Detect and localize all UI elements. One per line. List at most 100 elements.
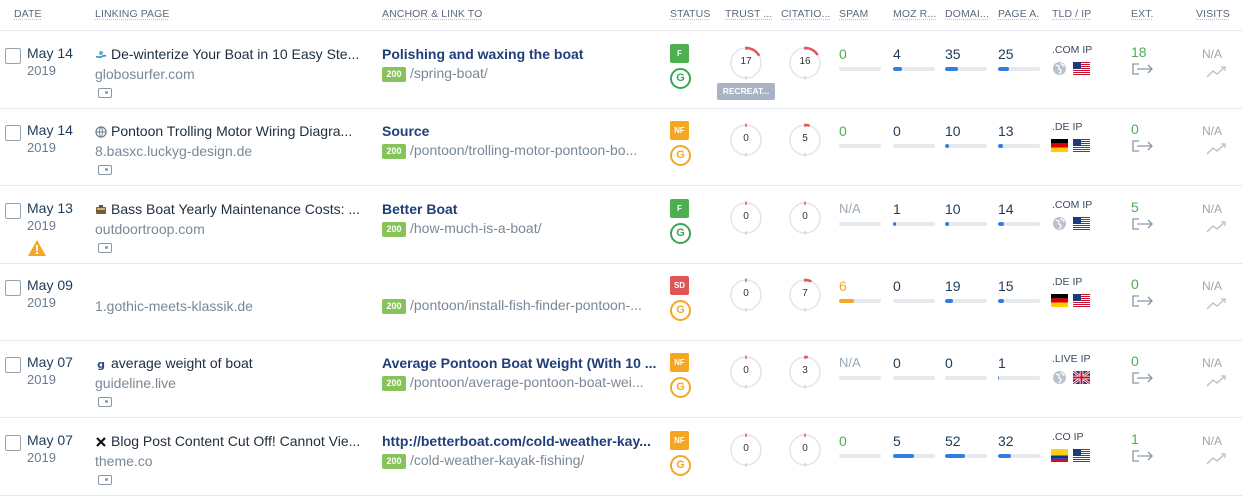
- us-flag-icon: [1073, 62, 1090, 75]
- row-checkbox[interactable]: [5, 279, 21, 296]
- domain-authority-bar: [945, 298, 987, 303]
- tag-icon[interactable]: [98, 397, 112, 408]
- external-link-icon[interactable]: [1131, 449, 1155, 463]
- recreate-button[interactable]: RECREAT...: [717, 83, 775, 100]
- trust-flow-value: 0: [743, 442, 749, 454]
- linking-page-domain[interactable]: outdoortroop.com: [95, 221, 205, 237]
- page-authority-bar: [998, 221, 1040, 226]
- spam-score-value: 0: [839, 46, 847, 62]
- row-checkbox[interactable]: [5, 357, 21, 374]
- external-links-count: 0: [1131, 275, 1139, 292]
- google-index-icon: G: [670, 299, 691, 321]
- table-row[interactable]: May 07 2019 g average weight of boat guideli…: [0, 340, 1242, 419]
- external-link-icon[interactable]: [1131, 62, 1155, 76]
- anchor-text[interactable]: Polishing and waxing the boat: [382, 46, 662, 62]
- uk-flag-icon: [1073, 371, 1090, 385]
- table-row[interactable]: May 09 2019 1.gothic-meets-klassik.de 200/p…: [0, 263, 1242, 341]
- globe-icon: [1052, 370, 1067, 385]
- linking-page-title[interactable]: Pontoon Trolling Motor Wiring Diagra...: [111, 123, 366, 139]
- target-url[interactable]: /pontoon/install-fish-finder-pontoon-...: [410, 297, 658, 313]
- col-date[interactable]: DATE: [14, 8, 42, 20]
- row-checkbox[interactable]: [5, 125, 21, 142]
- row-checkbox[interactable]: [5, 48, 21, 64]
- tld-label: .COM: [1052, 198, 1080, 211]
- linking-page-title[interactable]: De-winterize Your Boat in 10 Easy Ste...: [111, 46, 366, 62]
- domain-authority-value: 0: [945, 355, 953, 372]
- tag-icon[interactable]: [98, 88, 112, 98]
- linking-page-domain[interactable]: theme.co: [95, 453, 153, 469]
- trust-flow-value: 17: [740, 56, 752, 67]
- citation-flow-ring: 16: [787, 45, 823, 81]
- col-domain[interactable]: DOMAI...: [945, 8, 990, 20]
- trend-icon: [1206, 452, 1226, 464]
- linking-page-title[interactable]: Bass Boat Yearly Maintenance Costs: ...: [111, 201, 366, 217]
- col-moz[interactable]: MOZ R...: [893, 8, 938, 20]
- linking-page-domain[interactable]: guideline.live: [95, 375, 176, 391]
- tag-icon[interactable]: [98, 474, 112, 485]
- visits-value: N/A: [1202, 124, 1223, 139]
- table-row[interactable]: May 13 2019 Bass Boat Yearly Maintenance C…: [0, 186, 1242, 264]
- linking-page-title[interactable]: Blog Post Content Cut Off! Cannot Vie...: [111, 433, 366, 449]
- tag-icon[interactable]: [98, 242, 112, 253]
- co-flag-icon: [1051, 448, 1068, 462]
- linking-page-domain[interactable]: 1.gothic-meets-klassik.de: [95, 298, 253, 314]
- linking-page-title[interactable]: average weight of boat: [111, 355, 366, 371]
- row-checkbox[interactable]: [5, 434, 21, 451]
- table-row[interactable]: May 14 2019 Pontoon Trolling Motor Wiring …: [0, 108, 1242, 187]
- spam-score-value: 6: [839, 277, 847, 294]
- external-link-icon[interactable]: [1131, 294, 1155, 308]
- col-status[interactable]: STATUS: [670, 8, 710, 20]
- col-anchor[interactable]: ANCHOR & LINK TO: [382, 8, 482, 20]
- tag-icon[interactable]: [98, 165, 112, 176]
- link-status-badge: F: [670, 198, 689, 218]
- linking-page-domain[interactable]: 8.basxc.luckyg-design.de: [95, 143, 252, 159]
- trust-flow-ring: 17: [728, 45, 764, 81]
- citation-flow-ring: 0: [787, 432, 823, 468]
- col-tld-ip[interactable]: TLD / IP: [1052, 8, 1091, 20]
- date-year: 2019: [27, 217, 56, 233]
- col-spam[interactable]: SPAM: [839, 8, 868, 20]
- anchor-text[interactable]: Source: [382, 123, 662, 139]
- page-authority-bar: [998, 144, 1040, 149]
- warning-icon[interactable]: [28, 239, 46, 256]
- trust-flow-value: 0: [743, 365, 749, 377]
- table-row[interactable]: May 14 2019 De-winterize Your Boat in 10 E…: [0, 31, 1242, 109]
- target-url[interactable]: /pontoon/trolling-motor-pontoon-bo...: [410, 142, 658, 158]
- moz-rank-value: 1: [893, 200, 901, 217]
- linking-page-domain[interactable]: globosurfer.com: [95, 66, 195, 82]
- trend-icon: [1206, 220, 1226, 233]
- page-authority-value: 15: [998, 277, 1014, 294]
- target-url[interactable]: /pontoon/average-pontoon-boat-wei...: [410, 374, 658, 390]
- spam-score-value: 0: [839, 432, 847, 449]
- spam-score-bar: [839, 298, 881, 303]
- link-status-badge: NF: [670, 353, 689, 373]
- table-row[interactable]: May 07 2019 Blog Post Content Cut Off! Can…: [0, 418, 1242, 496]
- http-status-badge: 200: [382, 376, 406, 392]
- page-authority-bar: [998, 67, 1040, 71]
- col-page[interactable]: PAGE A.: [998, 8, 1043, 20]
- target-url[interactable]: /spring-boat/: [410, 65, 658, 81]
- trust-flow-value: 0: [743, 210, 749, 222]
- col-ext[interactable]: EXT.: [1131, 8, 1154, 20]
- domain-authority-value: 10: [945, 123, 961, 140]
- target-url[interactable]: /how-much-is-a-boat/: [410, 220, 658, 236]
- us-flag-icon: [1073, 139, 1090, 153]
- col-trust[interactable]: TRUST ...: [725, 8, 775, 20]
- page-authority-bar: [998, 376, 1040, 381]
- link-status-badge: NF: [670, 121, 689, 141]
- external-link-icon[interactable]: [1131, 139, 1155, 153]
- col-linking-page[interactable]: LINKING PAGE: [95, 8, 170, 20]
- target-url[interactable]: /cold-weather-kayak-fishing/: [410, 452, 658, 468]
- anchor-text[interactable]: http://betterboat.com/cold-weather-kay..…: [382, 433, 662, 449]
- us-flag-icon: [1073, 293, 1090, 307]
- row-checkbox[interactable]: [5, 202, 21, 219]
- visits-value: N/A: [1202, 201, 1223, 216]
- col-visits[interactable]: VISITS: [1196, 8, 1230, 20]
- anchor-text[interactable]: Better Boat: [382, 201, 662, 217]
- external-link-icon[interactable]: [1131, 371, 1155, 385]
- tld-ip-label: .LIVE IP: [1052, 353, 1091, 365]
- anchor-text[interactable]: Average Pontoon Boat Weight (With 10 ...: [382, 355, 662, 371]
- external-link-icon[interactable]: [1131, 217, 1155, 231]
- col-citation[interactable]: CITATIO...: [781, 8, 831, 20]
- external-links-count: 0: [1131, 353, 1139, 370]
